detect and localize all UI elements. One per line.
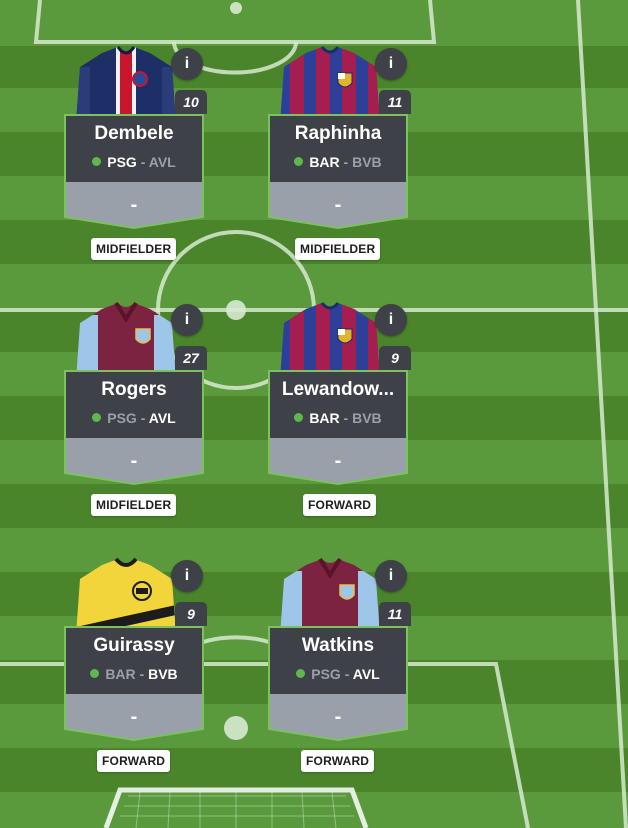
position-badge: FORWARD [301, 750, 375, 772]
player-name: Guirassy [93, 635, 175, 656]
player-score: - [334, 194, 342, 216]
player-name: Lewandow... [281, 379, 395, 400]
shirt-number: 11 [379, 602, 411, 626]
player-plate[interactable]: Lewandow... BAR - BVB - [268, 370, 408, 486]
opponent-code: AVL [352, 666, 380, 682]
player-plate[interactable]: Raphinha BAR - BVB - [268, 114, 408, 230]
shirt-number: 27 [175, 346, 207, 370]
fixture: PSG - AVL [68, 152, 200, 172]
opponent-code: BVB [352, 154, 382, 170]
position-badge: MIDFIELDER [91, 494, 177, 516]
opponent-code: AVL [148, 154, 176, 170]
fixture-separator: - [343, 410, 349, 426]
team-code: PSG [311, 666, 341, 682]
player-score: - [334, 450, 342, 472]
opponent-code: AVL [148, 410, 176, 426]
player-score: - [130, 194, 138, 216]
player-card[interactable]: i 27 Rogers PSG - AVL - MIDFIELDER [33, 301, 253, 559]
fixture: BAR - BVB [272, 408, 404, 428]
fixture-separator: - [344, 666, 350, 682]
player-card[interactable]: i 10 Dembele PSG - AVL - MIDFIELDER [33, 45, 253, 303]
team-code: PSG [107, 410, 137, 426]
player-name: Dembele [94, 123, 174, 144]
info-button[interactable]: i [375, 560, 407, 592]
player-plate[interactable]: Guirassy BAR - BVB - [64, 626, 204, 742]
player-card[interactable]: i 9 Lewandow... BAR - BVB - FORWARD [237, 301, 457, 559]
aston-villa-shirt-icon [76, 301, 176, 379]
info-button[interactable]: i [171, 48, 203, 80]
status-dot-icon [294, 157, 304, 166]
player-score: - [130, 450, 138, 472]
fixture: PSG - AVL [68, 408, 200, 428]
fixture-separator: - [140, 410, 146, 426]
player-plate[interactable]: Rogers PSG - AVL - [64, 370, 204, 486]
shirt-number: 9 [379, 346, 411, 370]
position-badge: FORWARD [97, 750, 171, 772]
fixture: BAR - BVB [272, 152, 404, 172]
player-card[interactable]: i 11 Raphinha BAR - BVB - MIDFIELDER [237, 45, 457, 303]
player-name: Watkins [301, 635, 375, 656]
player-plate[interactable]: Dembele PSG - AVL - [64, 114, 204, 230]
shirt-number: 9 [175, 602, 207, 626]
player-score: - [334, 706, 342, 728]
position-badge: MIDFIELDER [91, 238, 177, 260]
position-badge: FORWARD [303, 494, 377, 516]
opponent-code: BVB [148, 666, 178, 682]
barcelona-shirt-icon [280, 46, 380, 123]
fixture: BAR - BVB [68, 664, 200, 684]
dortmund-shirt-icon [76, 557, 176, 635]
fixture-separator: - [139, 666, 145, 682]
fixture-separator: - [140, 154, 146, 170]
player-card[interactable]: i 9 Guirassy BAR - BVB - FORWARD [33, 557, 253, 815]
team-code: BAR [105, 666, 136, 682]
player-card[interactable]: i 11 Watkins PSG - AVL - FORWARD [237, 557, 457, 815]
status-dot-icon [90, 669, 100, 678]
status-dot-icon [92, 157, 102, 166]
team-code: BAR [309, 154, 340, 170]
status-dot-icon [92, 413, 102, 422]
info-button[interactable]: i [375, 48, 407, 80]
info-button[interactable]: i [171, 304, 203, 336]
team-code: PSG [107, 154, 137, 170]
shirt-number: 10 [175, 90, 207, 114]
player-score: - [130, 706, 138, 728]
status-dot-icon [294, 413, 304, 422]
status-dot-icon [296, 669, 306, 678]
psg-shirt-icon [76, 46, 176, 123]
info-button[interactable]: i [375, 304, 407, 336]
team-code: BAR [309, 410, 340, 426]
player-name: Rogers [101, 379, 167, 400]
fixture-separator: - [343, 154, 349, 170]
info-button[interactable]: i [171, 560, 203, 592]
fixture: PSG - AVL [272, 664, 404, 684]
aston-villa-shirt-icon [280, 557, 380, 635]
barcelona-shirt-icon [280, 302, 380, 379]
player-name: Raphinha [294, 123, 382, 144]
player-plate[interactable]: Watkins PSG - AVL - [268, 626, 408, 742]
position-badge: MIDFIELDER [295, 238, 381, 260]
shirt-number: 11 [379, 90, 411, 114]
opponent-code: BVB [352, 410, 382, 426]
